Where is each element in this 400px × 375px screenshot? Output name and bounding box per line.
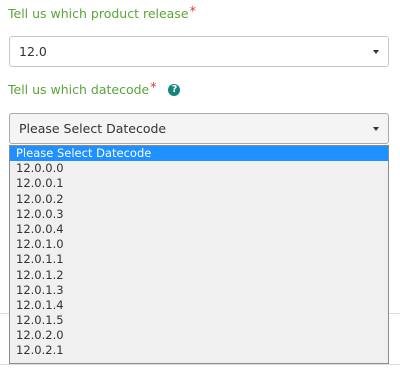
dropdown-option[interactable]: 12.0.1.0 [10,237,388,252]
release-label: Tell us which product release* [8,3,196,21]
dropdown-option[interactable]: 12.0.1.3 [10,283,388,298]
datecode-label-text: Tell us which datecode [8,82,150,97]
chevron-down-icon [373,127,379,131]
dropdown-option[interactable]: 12.0.0.4 [10,222,388,237]
divider [0,364,400,365]
release-select-value: 12.0 [19,44,47,59]
dropdown-option[interactable]: 12.0.0.0 [10,161,388,176]
datecode-label: Tell us which datecode* ? [8,79,181,97]
dropdown-option[interactable]: 12.0.1.2 [10,268,388,283]
datecode-select-value: Please Select Datecode [19,121,167,136]
chevron-down-icon [373,50,379,54]
dropdown-option[interactable]: 12.0.1.5 [10,313,388,328]
datecode-required-mark: * [150,79,157,94]
dropdown-option[interactable]: 12.0.0.3 [10,207,388,222]
release-label-text: Tell us which product release [8,6,189,21]
dropdown-option[interactable]: 12.0.2.0 [10,328,388,343]
datecode-select[interactable]: Please Select Datecode [9,113,389,144]
dropdown-option[interactable]: 12.0.1.1 [10,252,388,267]
datecode-dropdown-list[interactable]: Please Select Datecode 12.0.0.0 12.0.0.1… [9,145,389,364]
release-select[interactable]: 12.0 [9,36,389,67]
dropdown-option[interactable]: 12.0.0.2 [10,192,388,207]
dropdown-option[interactable]: 12.0.0.1 [10,176,388,191]
help-icon[interactable]: ? [168,83,181,96]
dropdown-option[interactable]: Please Select Datecode [10,146,388,162]
release-required-mark: * [189,3,196,18]
dropdown-option[interactable]: 12.0.2.1 [10,343,388,358]
dropdown-option[interactable]: 12.0.1.4 [10,298,388,313]
